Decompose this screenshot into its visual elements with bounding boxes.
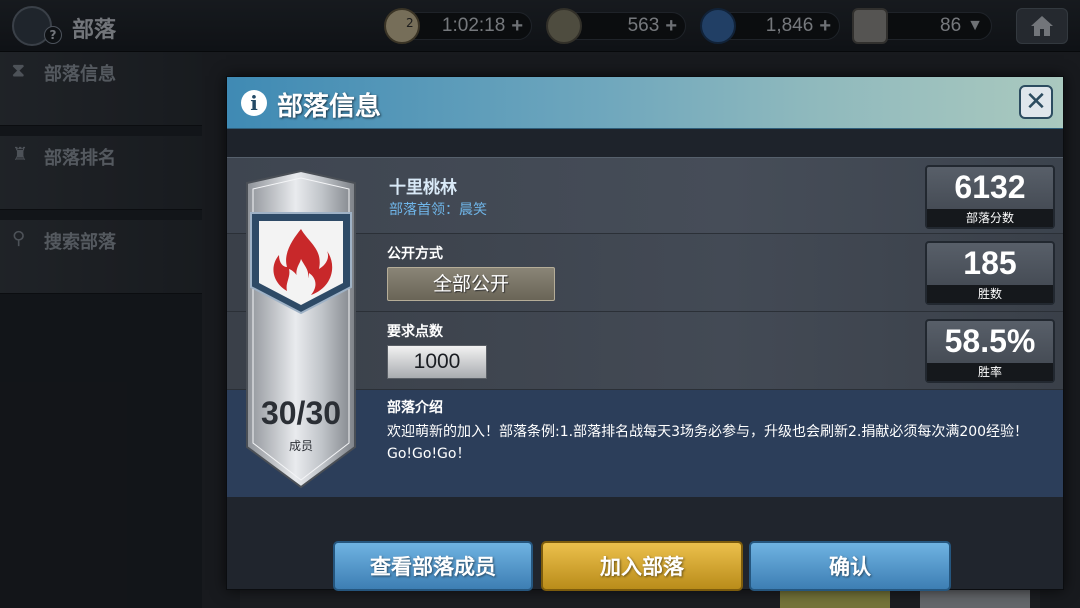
header-divider	[227, 129, 1063, 157]
wins-box: 185 胜数	[925, 241, 1055, 305]
confirm-button[interactable]: 确认	[749, 541, 951, 591]
member-label: 成员	[288, 439, 313, 453]
clan-score-label: 部落分数	[927, 209, 1053, 227]
intro-text: 欢迎萌新的加入！部落条例:1.部落排名战每天3场务必参与，升级也会刷新2.捐献必…	[387, 424, 1029, 462]
required-points-label: 要求点数	[387, 324, 443, 340]
clan-score-value: 6132	[954, 169, 1026, 205]
info-icon: i	[241, 90, 267, 116]
clan-name: 十里桃林	[389, 178, 457, 198]
wins-value: 185	[963, 245, 1017, 281]
dialog-header: i 部落信息 ✕	[227, 77, 1063, 129]
clan-banner: 30/30 成员	[241, 169, 361, 489]
required-points-value: 1000	[387, 345, 487, 379]
view-members-button[interactable]: 查看部落成员	[333, 541, 533, 591]
win-rate-value: 58.5%	[944, 323, 1036, 359]
open-mode-label: 公开方式	[387, 246, 443, 262]
member-count: 30/30	[260, 395, 342, 431]
clan-score-box: 6132 部落分数	[925, 165, 1055, 229]
win-rate-box: 58.5% 胜率	[925, 319, 1055, 383]
clan-leader: 部落首领：晨笑	[389, 202, 487, 218]
wins-label: 胜数	[927, 285, 1053, 303]
close-button[interactable]: ✕	[1019, 85, 1053, 119]
flame-emblem-icon	[250, 212, 352, 315]
join-clan-button[interactable]: 加入部落	[541, 541, 743, 591]
win-rate-label: 胜率	[927, 363, 1053, 381]
dialog-title: 部落信息	[277, 92, 382, 122]
open-mode-value: 全部公开	[387, 267, 555, 301]
intro-label: 部落介绍	[387, 400, 443, 416]
clan-info-dialog: i 部落信息 ✕ 十里桃林 部落首领：晨笑 公开方式 全部公开 要求点数 100…	[226, 76, 1064, 591]
